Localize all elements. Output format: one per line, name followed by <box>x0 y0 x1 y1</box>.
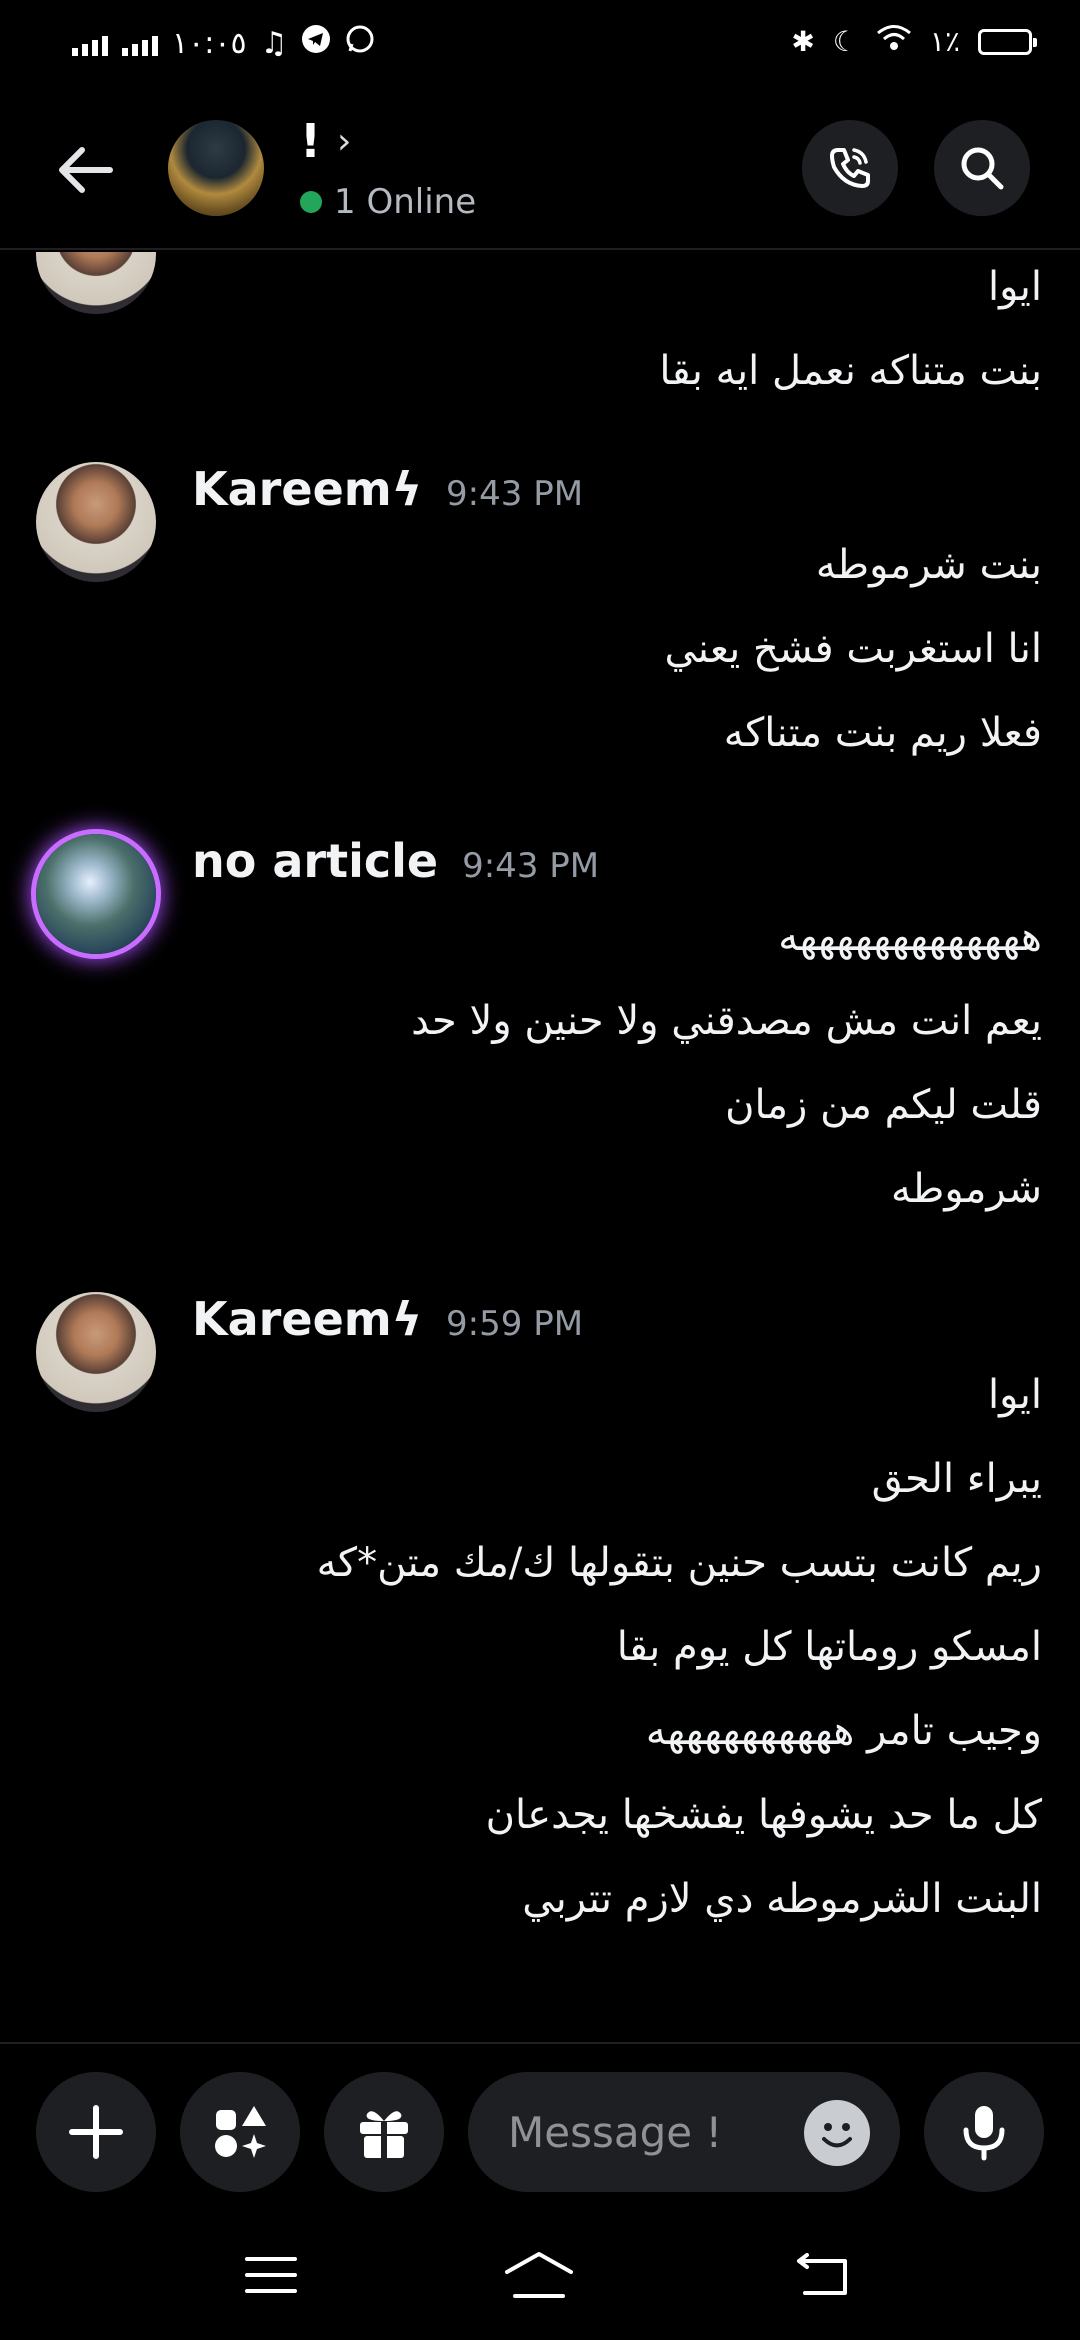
message-input[interactable] <box>508 2102 808 2162</box>
online-dot-icon <box>300 191 322 213</box>
message-composer <box>0 2042 1080 2192</box>
telegram-icon <box>301 24 331 62</box>
message-timestamp: 9:43 PM <box>446 474 584 514</box>
back-button[interactable] <box>48 134 120 206</box>
message-list[interactable]: ايوا بنت متناكه نعمل ايه بقا Kareemϟ 9:4… <box>0 252 1080 2042</box>
message-line[interactable]: ريم كانت بتسب حنين بتقولها ك/مك متن*كه <box>317 1540 1042 1586</box>
message-author: Kareemϟ 9:43 PM <box>192 462 583 516</box>
voice-call-button[interactable] <box>802 120 898 216</box>
phone-icon <box>830 148 870 188</box>
system-nav-bar <box>0 2200 1080 2340</box>
message-author: Kareemϟ 9:59 PM <box>192 1292 583 1346</box>
microphone-icon <box>963 2106 1005 2161</box>
search-icon <box>961 147 1004 190</box>
avatar[interactable] <box>36 462 156 582</box>
author-name[interactable]: Kareemϟ <box>192 1292 422 1346</box>
message-line[interactable]: يبراء الحق <box>872 1456 1042 1502</box>
avatar[interactable] <box>36 834 156 954</box>
do-not-disturb-icon: ☾ <box>832 25 858 58</box>
message-line[interactable]: يعم انت مش مصدقني ولا حنين ولا حد <box>411 998 1042 1044</box>
wifi-icon <box>876 24 912 59</box>
recent-apps-button[interactable] <box>226 2240 316 2310</box>
whatsapp-icon <box>345 24 375 62</box>
chat-title[interactable]: ! › <box>300 114 351 168</box>
music-icon: ♫ <box>260 25 288 61</box>
signal-icon-2 <box>122 30 158 56</box>
online-status: 1 Online <box>300 182 476 222</box>
back-nav-button[interactable] <box>778 2240 868 2310</box>
gift-icon <box>360 2111 408 2158</box>
message-line[interactable]: بنت شرموطه <box>816 542 1042 588</box>
message-line[interactable]: انا استغربت فشخ يعني <box>664 626 1042 672</box>
group-avatar[interactable] <box>168 120 264 216</box>
message-timestamp: 9:43 PM <box>462 846 600 886</box>
message-timestamp: 9:59 PM <box>446 1304 584 1344</box>
message-line[interactable]: امسكو روماتها كل يوم بقا <box>617 1624 1042 1670</box>
status-left: ١٠:٠٥ ♫ <box>72 24 375 62</box>
message-author: no article 9:43 PM <box>192 834 599 888</box>
message-line[interactable]: كل ما حد يشوفها يفشخها يجدعان <box>486 1792 1042 1838</box>
avatar[interactable] <box>36 1292 156 1412</box>
home-icon <box>505 2252 573 2298</box>
status-bar: ١٠:٠٥ ♫ ✱ ☾ ١٪ <box>0 0 1080 90</box>
signal-icon <box>72 30 108 56</box>
message-line[interactable]: بنت متناكه نعمل ايه بقا <box>659 348 1042 394</box>
message-line[interactable]: شرموطه <box>891 1166 1042 1212</box>
battery-percent: ١٪ <box>929 25 960 58</box>
bluetooth-icon: ✱ <box>791 25 815 58</box>
search-button[interactable] <box>934 120 1030 216</box>
message-line[interactable]: وجيب تامر ههههههههههه <box>646 1708 1042 1754</box>
menu-icon <box>245 2257 297 2293</box>
chat-title-text: ! <box>300 114 321 168</box>
avatar[interactable] <box>36 252 156 314</box>
message-line[interactable]: هههههههههههههه <box>778 914 1042 960</box>
battery-icon <box>978 28 1037 55</box>
message-line[interactable]: فعلا ريم بنت متناكه <box>724 710 1042 756</box>
emoji-button[interactable] <box>804 2100 870 2166</box>
clock: ١٠:٠٥ <box>172 25 247 61</box>
chevron-right-icon: › <box>336 120 352 162</box>
chat-header: ! › 1 Online <box>0 100 1080 250</box>
author-name[interactable]: Kareemϟ <box>192 462 422 516</box>
voice-message-button[interactable] <box>924 2072 1044 2192</box>
message-line[interactable]: ايوا <box>988 264 1042 310</box>
message-line[interactable]: قلت ليكم من زمان <box>725 1082 1042 1128</box>
arrow-left-icon <box>59 147 113 193</box>
plus-icon <box>69 2105 123 2159</box>
message-input-container[interactable] <box>468 2072 900 2192</box>
message-line[interactable]: البنت الشرموطه دي لازم تتربي <box>522 1876 1042 1922</box>
message-line[interactable]: ايوا <box>988 1372 1042 1418</box>
add-attachment-button[interactable] <box>36 2072 156 2192</box>
apps-icon <box>215 2106 266 2158</box>
back-nav-icon <box>797 2253 847 2295</box>
status-right: ✱ ☾ ١٪ <box>791 24 1037 59</box>
gift-button[interactable] <box>324 2072 444 2192</box>
online-status-text: 1 Online <box>334 182 477 222</box>
author-name[interactable]: no article <box>192 834 438 888</box>
apps-button[interactable] <box>180 2072 300 2192</box>
emoji-icon <box>822 2123 852 2148</box>
home-button[interactable] <box>494 2240 584 2310</box>
